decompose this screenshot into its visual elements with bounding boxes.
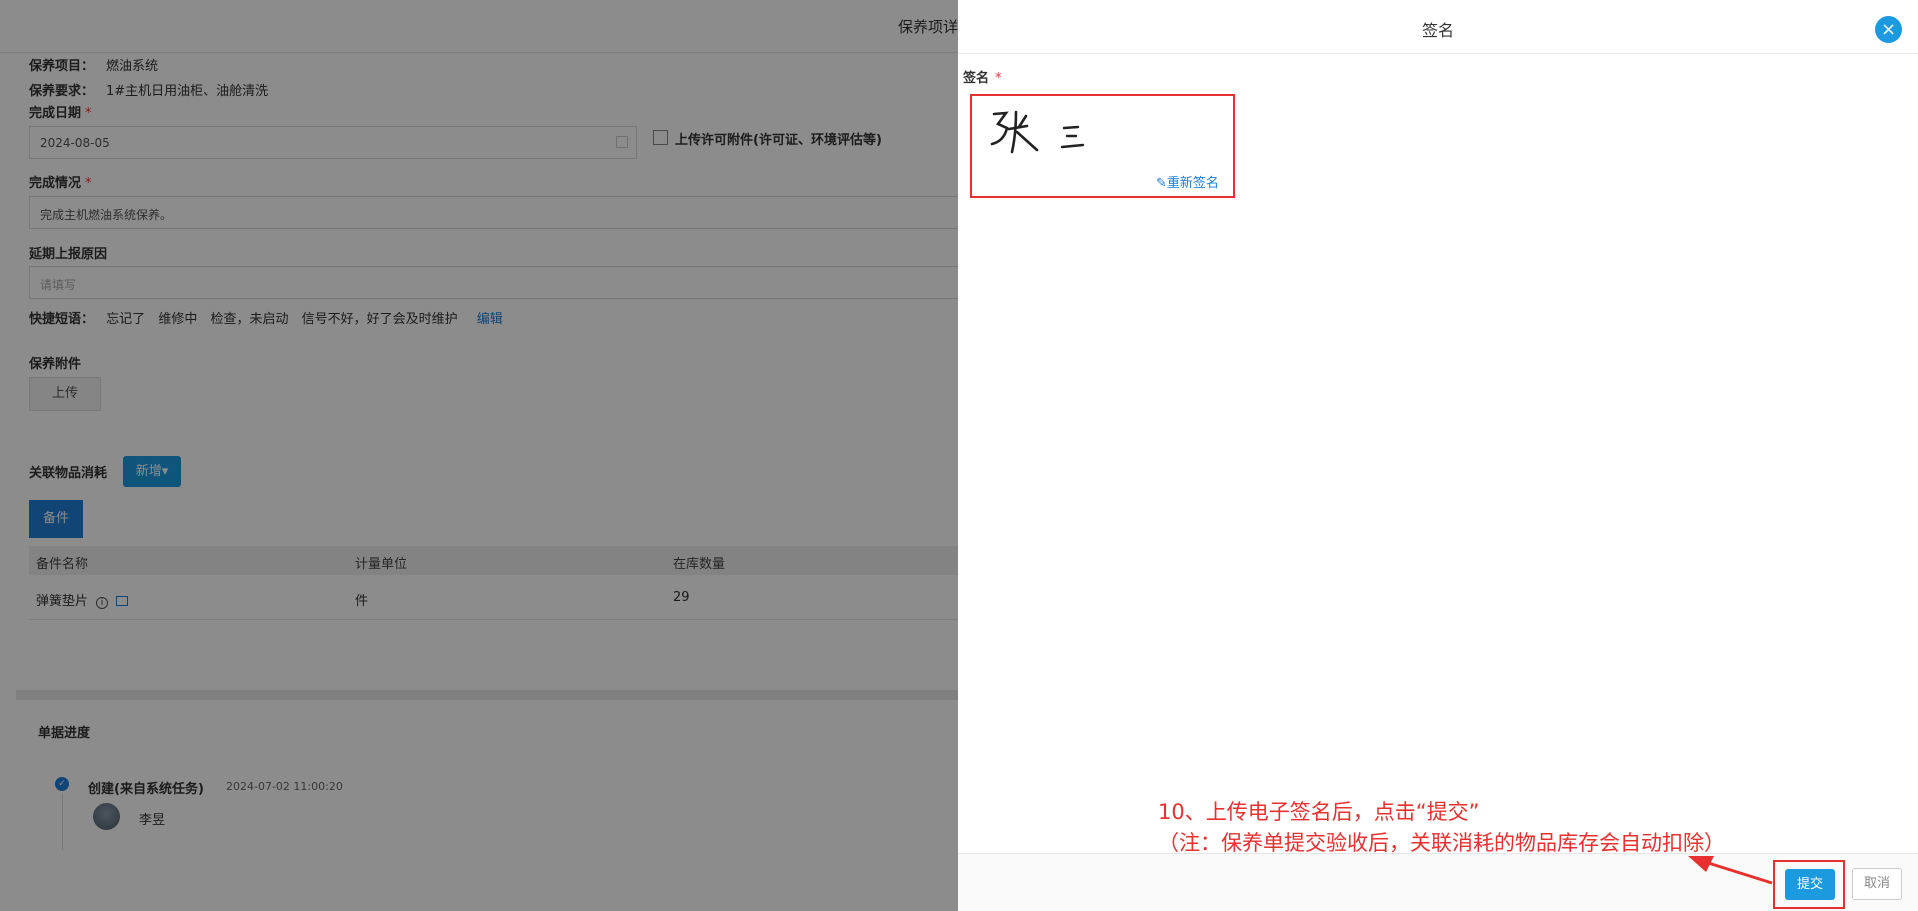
annotation-step: 10、上传电子签名后，点击“提交” <box>1158 800 1480 824</box>
signature-label-text: 签名 <box>963 71 990 86</box>
signature-panel: 签名 × 签名 * ✎重新签名 10、上传电子签名后，点击“提交” （注：保养单提… <box>958 0 1918 911</box>
pencil-icon: ✎ <box>1156 176 1167 191</box>
handwritten-signature <box>990 110 1085 154</box>
cancel-button[interactable]: 取消 <box>1852 868 1902 900</box>
submit-button[interactable]: 提交 <box>1785 869 1835 900</box>
signature-label: 签名 * <box>963 67 1002 86</box>
modal-overlay[interactable] <box>0 0 958 911</box>
required-mark: * <box>995 71 1002 86</box>
close-icon[interactable]: × <box>1875 16 1902 43</box>
resign-link[interactable]: ✎重新签名 <box>1156 172 1219 191</box>
panel-header: 签名 × <box>958 0 1918 54</box>
panel-title: 签名 <box>1421 21 1454 40</box>
annotation-arrow <box>1688 856 1773 885</box>
signature-box: ✎重新签名 <box>970 94 1235 198</box>
resign-link-label: 重新签名 <box>1166 176 1219 191</box>
